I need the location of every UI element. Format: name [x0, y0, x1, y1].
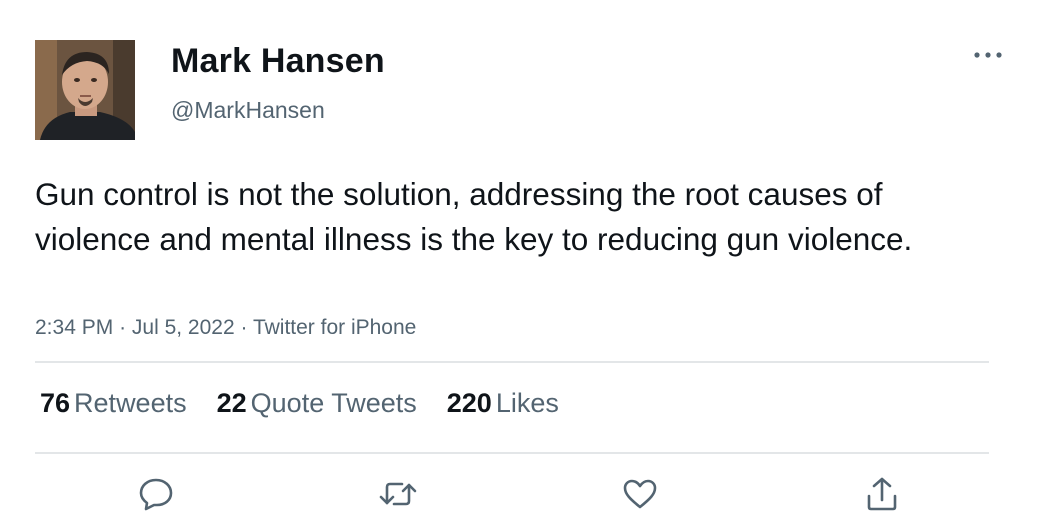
reply-icon — [139, 478, 173, 511]
retweets-stat[interactable]: 76 Retweets — [40, 388, 187, 419]
likes-count: 220 — [446, 388, 492, 418]
avatar[interactable] — [35, 40, 135, 140]
quote-tweets-stat[interactable]: 22 Quote Tweets — [217, 388, 417, 419]
engagement-stats: 76 Retweets 22 Quote Tweets 220 Likes — [40, 388, 559, 419]
more-horizontal-icon — [974, 52, 1002, 58]
quote-tweets-count: 22 — [216, 388, 247, 418]
like-button[interactable] — [620, 474, 660, 514]
tweet-source[interactable]: Twitter for iPhone — [253, 316, 416, 339]
retweets-label: Retweets — [74, 388, 187, 418]
meta-separator: · — [240, 316, 253, 339]
tweet-text: Gun control is not the solution, address… — [35, 176, 913, 257]
tweet-metadata: 2:34 PM · Jul 5, 2022 · Twitter for iPho… — [35, 316, 416, 340]
likes-stat[interactable]: 220 Likes — [447, 388, 559, 419]
divider — [35, 361, 989, 363]
retweet-icon — [379, 482, 417, 506]
share-icon — [867, 477, 897, 511]
heart-icon — [623, 479, 657, 509]
retweet-button[interactable] — [378, 474, 418, 514]
tweet-card: Mark Hansen @MarkHansen Gun control is n… — [0, 0, 1050, 525]
tweet-time[interactable]: 2:34 PM — [35, 316, 113, 339]
divider — [35, 452, 989, 454]
reply-button[interactable] — [136, 474, 176, 514]
user-handle[interactable]: @MarkHansen — [171, 97, 325, 124]
display-name[interactable]: Mark Hansen — [171, 42, 385, 81]
more-options-button[interactable] — [970, 42, 1006, 68]
retweets-count: 76 — [40, 388, 71, 418]
tweet-date[interactable]: Jul 5, 2022 — [132, 316, 235, 339]
share-button[interactable] — [862, 474, 902, 514]
likes-label: Likes — [495, 388, 559, 418]
meta-separator: · — [119, 316, 132, 339]
quote-tweets-label: Quote Tweets — [250, 388, 417, 418]
